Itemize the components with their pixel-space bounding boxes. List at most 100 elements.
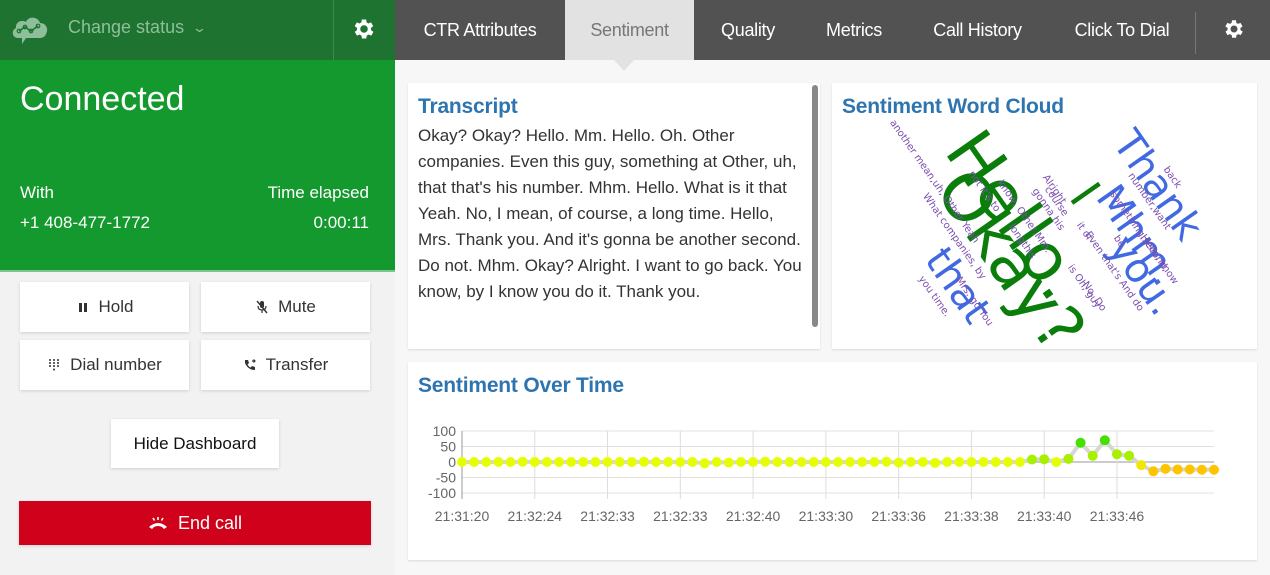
end-call-button[interactable]: End call: [19, 501, 371, 545]
data-point[interactable]: [505, 457, 516, 467]
data-point[interactable]: [663, 457, 674, 467]
change-status-label: Change status: [68, 17, 185, 37]
data-point[interactable]: [1172, 464, 1183, 475]
data-point[interactable]: [978, 457, 989, 467]
hold-label: Hold: [98, 297, 134, 316]
data-point[interactable]: [1184, 464, 1195, 475]
data-point[interactable]: [517, 456, 528, 467]
gear-icon[interactable]: [351, 16, 377, 42]
data-point[interactable]: [493, 457, 504, 467]
data-point[interactable]: [554, 457, 565, 467]
data-point[interactable]: [614, 457, 625, 467]
data-point[interactable]: [1039, 454, 1050, 465]
word-cloud-card: Sentiment Word Cloud Okay? Hello. I Thank Mh…: [832, 83, 1257, 349]
mute-button[interactable]: Mute: [201, 282, 370, 332]
data-point[interactable]: [1002, 457, 1013, 467]
tab-call-history[interactable]: Call History: [906, 0, 1049, 60]
x-tick-label: 21:32:24: [508, 508, 563, 524]
data-point[interactable]: [1027, 454, 1038, 465]
data-point[interactable]: [541, 457, 552, 467]
data-point[interactable]: [1063, 453, 1074, 464]
connection-status-card: Connected With +1 408-477-1772 Time elap…: [0, 60, 395, 272]
transfer-button[interactable]: Transfer: [201, 340, 370, 390]
data-point[interactable]: [590, 457, 601, 467]
x-tick-label: 21:31:20: [435, 508, 490, 524]
data-point[interactable]: [772, 457, 783, 467]
caller-number: +1 408-477-1772: [20, 213, 150, 232]
transcript-scrollbar[interactable]: [812, 85, 818, 327]
data-point[interactable]: [735, 457, 746, 467]
data-point[interactable]: [881, 456, 892, 467]
time-elapsed-value: 0:00:11: [313, 213, 369, 232]
hide-dashboard-button[interactable]: Hide Dashboard: [111, 419, 279, 468]
data-point[interactable]: [833, 457, 843, 467]
pause-icon: [78, 303, 87, 312]
data-point[interactable]: [917, 457, 928, 467]
data-point[interactable]: [942, 457, 953, 467]
data-point[interactable]: [1099, 435, 1110, 446]
data-point[interactable]: [1087, 450, 1098, 461]
data-point[interactable]: [675, 457, 686, 467]
y-tick-label: 0: [448, 454, 456, 470]
data-point[interactable]: [1124, 450, 1135, 461]
data-point[interactable]: [1160, 463, 1171, 474]
data-point[interactable]: [990, 457, 1001, 467]
data-point[interactable]: [602, 457, 613, 467]
sentiment-over-time-card: Sentiment Over Time 100 50 0 -50 -100 21:31:2…: [408, 362, 1257, 560]
data-point[interactable]: [457, 457, 467, 467]
data-point[interactable]: [469, 457, 480, 467]
data-point[interactable]: [578, 457, 589, 467]
tab-quality[interactable]: Quality: [694, 0, 802, 60]
data-point[interactable]: [784, 457, 795, 467]
data-point[interactable]: [808, 457, 819, 467]
tab-bar: CTR Attributes Sentiment Quality Metrics…: [395, 0, 1270, 60]
data-point[interactable]: [481, 457, 492, 467]
data-point[interactable]: [869, 457, 880, 467]
data-point[interactable]: [857, 457, 868, 467]
time-elapsed-label: Time elapsed: [267, 183, 369, 202]
data-point[interactable]: [651, 457, 662, 467]
data-point[interactable]: [930, 457, 941, 468]
data-point[interactable]: [638, 456, 649, 467]
data-point[interactable]: [845, 457, 856, 467]
data-point[interactable]: [529, 457, 540, 467]
y-tick-label: -100: [428, 485, 456, 501]
tab-metrics[interactable]: Metrics: [802, 0, 906, 60]
data-point[interactable]: [1075, 437, 1086, 448]
data-point[interactable]: [1111, 449, 1122, 460]
connection-state: Connected: [20, 80, 185, 118]
data-point[interactable]: [760, 456, 771, 467]
data-point[interactable]: [1014, 457, 1025, 467]
transcript-title: Transcript: [418, 95, 518, 118]
tab-click-to-dial[interactable]: Click To Dial: [1049, 0, 1195, 60]
data-point[interactable]: [626, 457, 637, 467]
data-point[interactable]: [820, 457, 831, 467]
tab-sentiment[interactable]: Sentiment: [565, 0, 694, 60]
x-tick-label: 21:32:33: [580, 508, 635, 524]
phone-forward-icon: [244, 359, 256, 370]
sentiment-chart: 100500-50-100 21:31:20 21:32:24 21:32:33 21:…: [428, 423, 1219, 524]
data-point[interactable]: [566, 457, 577, 467]
data-point[interactable]: [1051, 457, 1062, 467]
data-point[interactable]: [711, 457, 722, 467]
data-point[interactable]: [893, 457, 904, 468]
tab-ctr-attributes[interactable]: CTR Attributes: [395, 0, 565, 60]
change-status-dropdown[interactable]: Change status ⌄: [68, 17, 207, 38]
data-point[interactable]: [796, 457, 807, 467]
data-point[interactable]: [905, 457, 916, 467]
dial-number-button[interactable]: Dial number: [20, 340, 189, 390]
data-point[interactable]: [687, 457, 698, 467]
data-point[interactable]: [723, 457, 734, 468]
data-point[interactable]: [1136, 460, 1147, 471]
hold-button[interactable]: Hold: [20, 282, 189, 332]
gear-icon[interactable]: [1222, 17, 1246, 41]
x-tick-label: 21:33:38: [944, 508, 999, 524]
data-point[interactable]: [966, 457, 977, 467]
data-point[interactable]: [1148, 466, 1159, 477]
divider: [333, 0, 334, 60]
data-point[interactable]: [1209, 464, 1219, 475]
data-point[interactable]: [954, 457, 965, 467]
data-point[interactable]: [1196, 464, 1207, 475]
data-point[interactable]: [748, 457, 759, 467]
data-point[interactable]: [699, 458, 710, 469]
